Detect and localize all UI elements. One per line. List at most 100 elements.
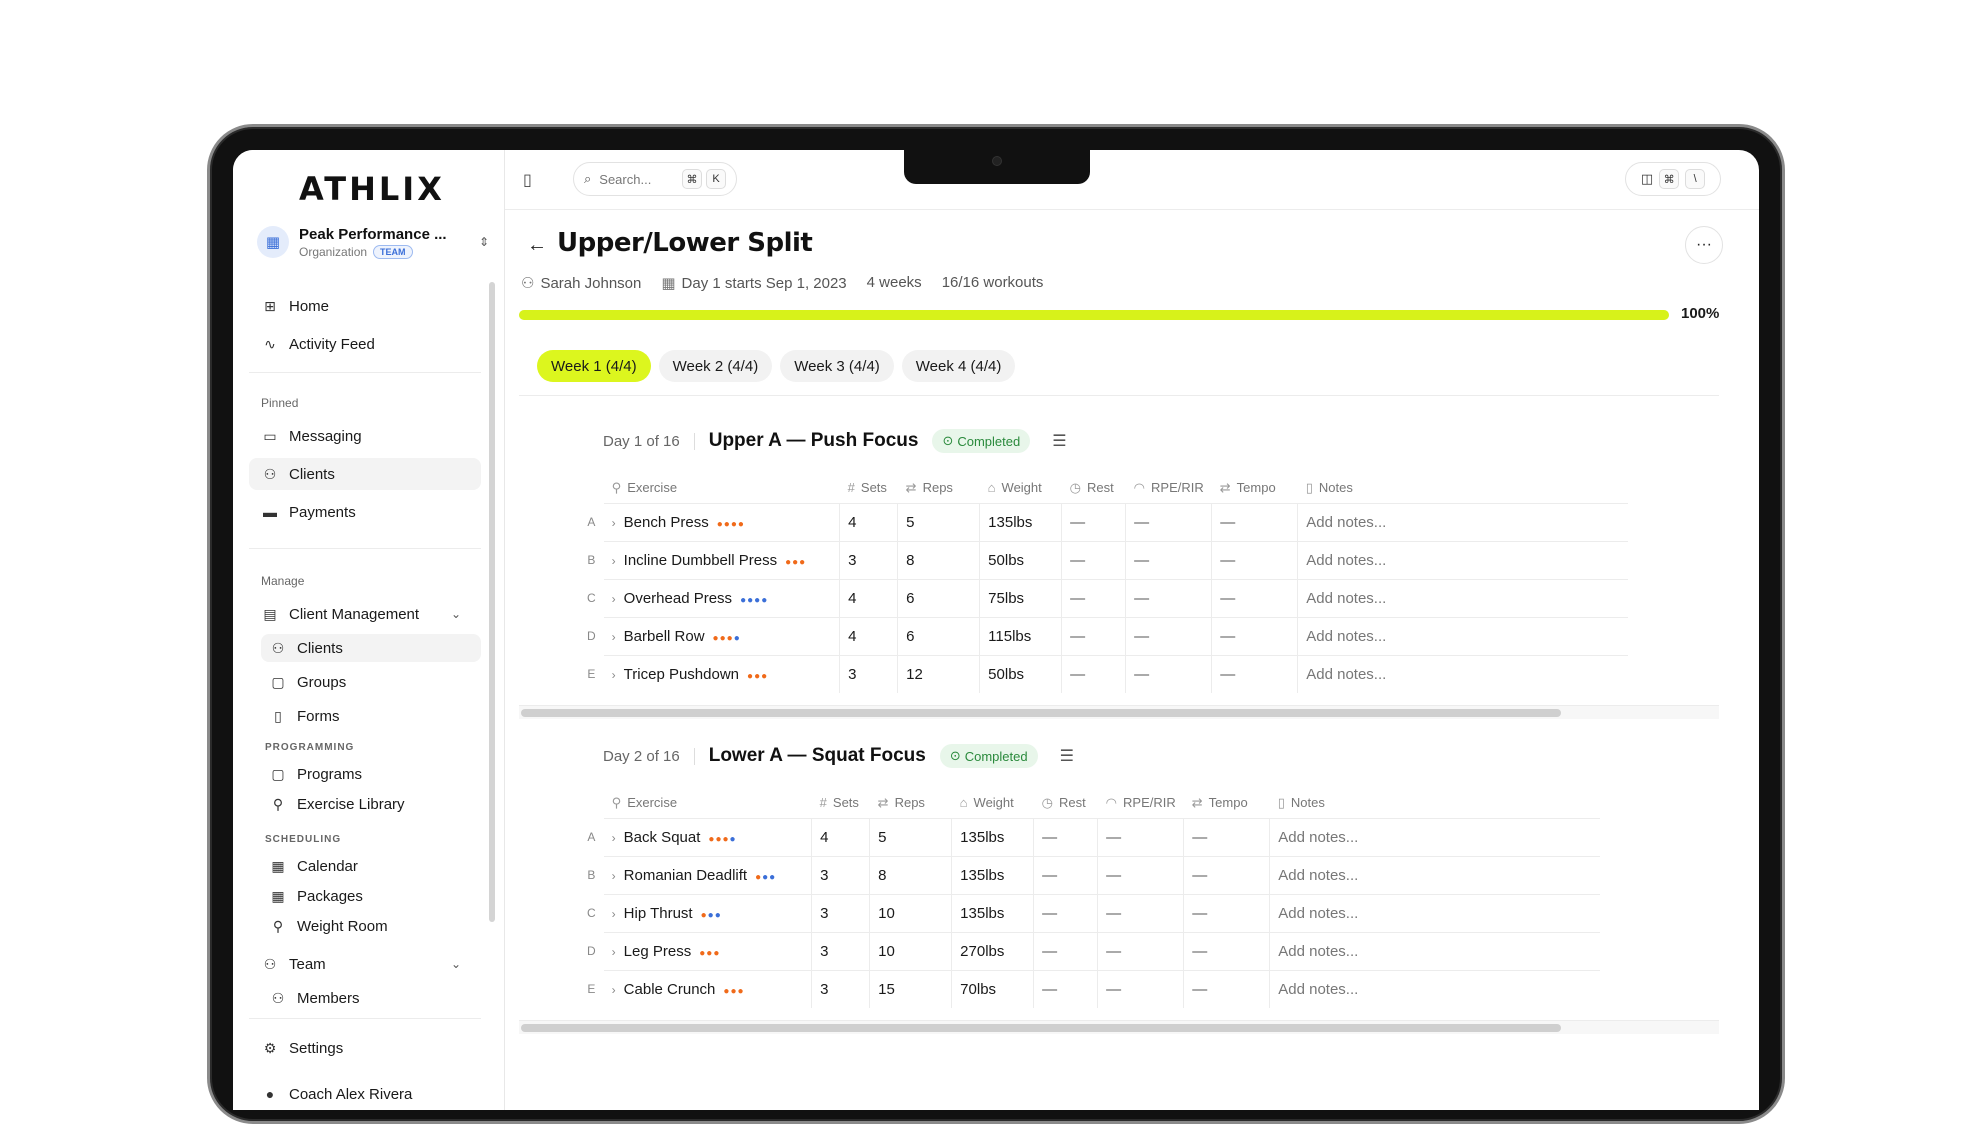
sidebar-item-settings[interactable]: ⚙ Settings xyxy=(249,1032,481,1064)
tempo-cell[interactable]: — xyxy=(1211,578,1298,617)
weight-cell[interactable]: 135lbs xyxy=(951,855,1034,894)
rpe-cell[interactable]: — xyxy=(1125,616,1212,655)
exercise-cell[interactable]: › Hip Thrust ●●● xyxy=(603,893,812,932)
reps-cell[interactable]: 5 xyxy=(869,817,952,856)
weight-cell[interactable]: 135lbs xyxy=(951,893,1034,932)
sidebar-user[interactable]: ● Coach Alex Rivera xyxy=(249,1078,481,1110)
reps-cell[interactable]: 12 xyxy=(897,654,980,693)
sidebar-item-activity[interactable]: ∿ Activity Feed xyxy=(249,328,481,360)
exercise-cell[interactable]: › Back Squat ●●●● xyxy=(603,817,812,856)
chevron-right-icon[interactable]: › xyxy=(612,668,616,682)
rest-cell[interactable]: — xyxy=(1033,855,1098,894)
notes-cell[interactable]: Add notes... xyxy=(1269,931,1600,970)
weight-cell[interactable]: 75lbs xyxy=(979,578,1062,617)
exercise-cell[interactable]: › Romanian Deadlift ●●● xyxy=(603,855,812,894)
sidebar-subitem-members[interactable]: ⚇ Members xyxy=(261,984,481,1012)
rpe-cell[interactable]: — xyxy=(1125,654,1212,693)
exercise-cell[interactable]: › Leg Press ●●● xyxy=(603,931,812,970)
tab-week-4[interactable]: Week 4 (4/4) xyxy=(901,350,1016,382)
sidebar-subitem-programs[interactable]: ▢ Programs xyxy=(261,760,481,788)
notes-cell[interactable]: Add notes... xyxy=(1297,502,1628,541)
notes-cell[interactable]: Add notes... xyxy=(1297,578,1628,617)
tab-week-3[interactable]: Week 3 (4/4) xyxy=(780,350,894,382)
reps-cell[interactable]: 8 xyxy=(869,855,952,894)
tab-week-1[interactable]: Week 1 (4/4) xyxy=(537,350,651,382)
tempo-cell[interactable]: — xyxy=(1183,817,1270,856)
tempo-cell[interactable]: — xyxy=(1183,969,1270,1008)
rpe-cell[interactable]: — xyxy=(1125,502,1212,541)
tempo-cell[interactable]: — xyxy=(1211,654,1298,693)
exercise-cell[interactable]: › Overhead Press ●●●● xyxy=(603,578,840,617)
notes-cell[interactable]: Add notes... xyxy=(1297,616,1628,655)
sidebar-subitem-calendar[interactable]: ▦ Calendar xyxy=(261,852,481,880)
chevron-right-icon[interactable]: › xyxy=(612,869,616,883)
exercise-cell[interactable]: › Barbell Row ●●●● xyxy=(603,616,840,655)
tempo-cell[interactable]: — xyxy=(1183,893,1270,932)
chevron-right-icon[interactable]: › xyxy=(612,592,616,606)
rest-cell[interactable]: — xyxy=(1061,540,1126,579)
day-title[interactable]: Upper A — Push Focus xyxy=(709,430,919,452)
chevron-right-icon[interactable]: › xyxy=(612,983,616,997)
rpe-cell[interactable]: — xyxy=(1097,893,1184,932)
rpe-cell[interactable]: — xyxy=(1125,540,1212,579)
horizontal-scrollbar[interactable] xyxy=(521,1024,1561,1032)
sets-cell[interactable]: 3 xyxy=(811,893,870,932)
rpe-cell[interactable]: — xyxy=(1097,931,1184,970)
reps-cell[interactable]: 8 xyxy=(897,540,980,579)
sets-cell[interactable]: 3 xyxy=(811,855,870,894)
table-row[interactable]: C › Overhead Press ●●●● 4 6 75lbs — — — Ad… xyxy=(579,578,1628,617)
weight-cell[interactable]: 50lbs xyxy=(979,540,1062,579)
sets-cell[interactable]: 4 xyxy=(839,502,898,541)
sidebar-item-payments[interactable]: ▬ Payments xyxy=(249,496,481,528)
exercise-cell[interactable]: › Cable Crunch ●●● xyxy=(603,969,812,1008)
tempo-cell[interactable]: — xyxy=(1183,931,1270,970)
chevron-right-icon[interactable]: › xyxy=(612,907,616,921)
weight-cell[interactable]: 50lbs xyxy=(979,654,1062,693)
client-name[interactable]: Sarah Johnson xyxy=(540,275,641,292)
reps-cell[interactable]: 10 xyxy=(869,931,952,970)
sidebar-toggle-icon[interactable]: ▯ xyxy=(523,170,532,190)
table-row[interactable]: D › Barbell Row ●●●● 4 6 115lbs — — — Add … xyxy=(579,616,1628,655)
reps-cell[interactable]: 6 xyxy=(897,578,980,617)
weight-cell[interactable]: 135lbs xyxy=(979,502,1062,541)
reps-cell[interactable]: 6 xyxy=(897,616,980,655)
rest-cell[interactable]: — xyxy=(1061,578,1126,617)
rest-cell[interactable]: — xyxy=(1033,893,1098,932)
sidebar-subitem-forms[interactable]: ▯ Forms xyxy=(261,702,481,730)
rpe-cell[interactable]: — xyxy=(1097,817,1184,856)
chevron-right-icon[interactable]: › xyxy=(612,831,616,845)
notes-cell[interactable]: Add notes... xyxy=(1269,893,1600,932)
sidebar-subitem-weight-room[interactable]: ⚲ Weight Room xyxy=(261,912,481,940)
tempo-cell[interactable]: — xyxy=(1211,616,1298,655)
sets-cell[interactable]: 4 xyxy=(839,616,898,655)
weight-cell[interactable]: 135lbs xyxy=(951,817,1034,856)
sliders-icon[interactable]: ☰ xyxy=(1060,746,1074,766)
weight-cell[interactable]: 270lbs xyxy=(951,931,1034,970)
sidebar-item-team[interactable]: ⚇ Team ⌄ xyxy=(249,948,481,980)
reps-cell[interactable]: 15 xyxy=(869,969,952,1008)
tab-week-2[interactable]: Week 2 (4/4) xyxy=(658,350,773,382)
chevron-right-icon[interactable]: › xyxy=(612,945,616,959)
sidebar-subitem-clients[interactable]: ⚇ Clients xyxy=(261,634,481,662)
org-switcher[interactable]: ▦ Peak Performance ... Organization TEAM… xyxy=(257,222,489,262)
exercise-cell[interactable]: › Bench Press ●●●● xyxy=(603,502,840,541)
rest-cell[interactable]: — xyxy=(1033,969,1098,1008)
rest-cell[interactable]: — xyxy=(1033,931,1098,970)
exercise-cell[interactable]: › Tricep Pushdown ●●● xyxy=(603,654,840,693)
rpe-cell[interactable]: — xyxy=(1125,578,1212,617)
sets-cell[interactable]: 4 xyxy=(839,578,898,617)
rpe-cell[interactable]: — xyxy=(1097,855,1184,894)
sidebar-subitem-exercise-library[interactable]: ⚲ Exercise Library xyxy=(261,790,481,818)
sidebar-subitem-groups[interactable]: ▢ Groups xyxy=(261,668,481,696)
panel-shortcut-button[interactable]: ◫ ⌘ \ xyxy=(1625,162,1721,196)
table-row[interactable]: A › Back Squat ●●●● 4 5 135lbs — — — Add n… xyxy=(579,817,1600,856)
table-row[interactable]: D › Leg Press ●●● 3 10 270lbs — — — Add no… xyxy=(579,931,1600,970)
weight-cell[interactable]: 70lbs xyxy=(951,969,1034,1008)
tempo-cell[interactable]: — xyxy=(1183,855,1270,894)
reps-cell[interactable]: 5 xyxy=(897,502,980,541)
reps-cell[interactable]: 10 xyxy=(869,893,952,932)
day-title[interactable]: Lower A — Squat Focus xyxy=(709,745,926,767)
table-row[interactable]: B › Incline Dumbbell Press ●●● 3 8 50lbs —… xyxy=(579,540,1628,579)
sidebar-item-home[interactable]: ⊞ Home xyxy=(249,290,481,322)
rest-cell[interactable]: — xyxy=(1061,502,1126,541)
